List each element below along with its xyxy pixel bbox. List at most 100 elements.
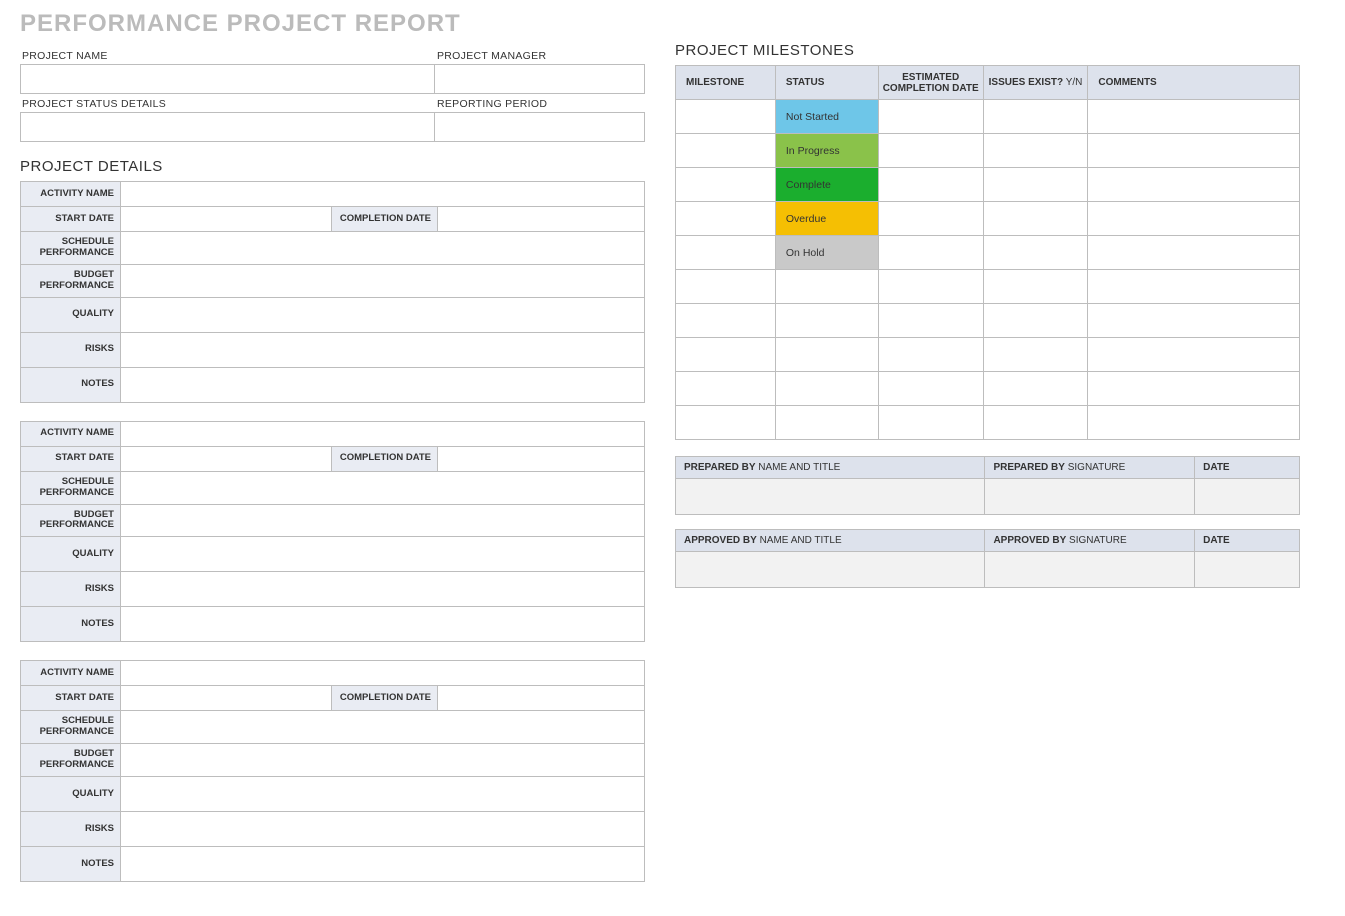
milestone-cell[interactable] [676,270,776,304]
ecd-cell[interactable] [878,372,983,406]
quality-field[interactable] [121,777,644,811]
comments-cell[interactable] [1088,100,1300,134]
start-date-label: START DATE [21,686,121,710]
status-cell[interactable] [775,406,878,440]
status-cell[interactable]: On Hold [775,236,878,270]
schedule-performance-field[interactable] [121,472,644,504]
ecd-cell[interactable] [878,202,983,236]
issues-cell[interactable] [983,304,1088,338]
milestone-row: Overdue [676,202,1300,236]
issues-cell[interactable] [983,338,1088,372]
approved-name-field[interactable] [676,552,985,588]
reporting-period-field[interactable] [435,112,645,142]
issues-cell[interactable] [983,372,1088,406]
risks-field[interactable] [121,572,644,606]
milestone-header: MILESTONE [676,66,776,100]
activity-name-field[interactable] [121,661,644,685]
comments-cell[interactable] [1088,338,1300,372]
milestone-cell[interactable] [676,372,776,406]
milestone-row [676,270,1300,304]
comments-cell[interactable] [1088,270,1300,304]
ecd-cell[interactable] [878,100,983,134]
ecd-cell[interactable] [878,236,983,270]
milestone-cell[interactable] [676,202,776,236]
budget-performance-field[interactable] [121,505,644,537]
activity-block: ACTIVITY NAMESTART DATECOMPLETION DATESC… [20,421,645,643]
status-cell[interactable] [775,338,878,372]
ecd-cell[interactable] [878,134,983,168]
prepared-name-field[interactable] [676,479,985,515]
milestone-cell[interactable] [676,406,776,440]
comments-cell[interactable] [1088,202,1300,236]
quality-label: QUALITY [21,298,121,332]
milestone-cell[interactable] [676,236,776,270]
issues-header: ISSUES EXIST? Y/N [983,66,1088,100]
status-cell[interactable]: Complete [775,168,878,202]
start-date-field[interactable] [121,447,331,471]
approved-date-field[interactable] [1195,552,1300,588]
ecd-cell[interactable] [878,406,983,440]
ecd-cell[interactable] [878,304,983,338]
start-date-field[interactable] [121,686,331,710]
notes-field[interactable] [121,607,644,641]
start-date-label: START DATE [21,447,121,471]
ecd-cell[interactable] [878,338,983,372]
schedule-performance-field[interactable] [121,232,644,264]
comments-cell[interactable] [1088,406,1300,440]
issues-cell[interactable] [983,270,1088,304]
issues-cell[interactable] [983,236,1088,270]
completion-date-label: COMPLETION DATE [331,447,438,471]
notes-field[interactable] [121,368,644,402]
quality-field[interactable] [121,298,644,332]
status-cell[interactable]: Not Started [775,100,878,134]
prepared-sig-field[interactable] [985,479,1195,515]
milestone-row [676,406,1300,440]
prepared-date-field[interactable] [1195,479,1300,515]
activity-name-label: ACTIVITY NAME [21,661,121,685]
issues-cell[interactable] [983,100,1088,134]
project-manager-field[interactable] [435,64,645,94]
comments-cell[interactable] [1088,304,1300,338]
budget-performance-field[interactable] [121,744,644,776]
milestone-cell[interactable] [676,304,776,338]
risks-label: RISKS [21,333,121,367]
activity-name-field[interactable] [121,182,644,206]
status-cell[interactable] [775,304,878,338]
comments-cell[interactable] [1088,372,1300,406]
issues-cell[interactable] [983,202,1088,236]
risks-field[interactable] [121,812,644,846]
issues-cell[interactable] [983,134,1088,168]
issues-cell[interactable] [983,168,1088,202]
schedule-performance-field[interactable] [121,711,644,743]
status-details-field[interactable] [20,112,435,142]
completion-date-field[interactable] [438,447,644,471]
activity-name-field[interactable] [121,422,644,446]
status-details-label: PROJECT STATUS DETAILS [20,94,435,112]
budget-performance-field[interactable] [121,265,644,297]
ecd-cell[interactable] [878,168,983,202]
project-name-field[interactable] [20,64,435,94]
approved-sig-field[interactable] [985,552,1195,588]
risks-field[interactable] [121,333,644,367]
start-date-field[interactable] [121,207,331,231]
ecd-cell[interactable] [878,270,983,304]
status-cell[interactable] [775,270,878,304]
notes-field[interactable] [121,847,644,881]
milestone-cell[interactable] [676,168,776,202]
risks-label: RISKS [21,812,121,846]
status-cell[interactable] [775,372,878,406]
completion-date-field[interactable] [438,207,644,231]
status-cell[interactable]: In Progress [775,134,878,168]
comments-cell[interactable] [1088,134,1300,168]
milestone-cell[interactable] [676,134,776,168]
quality-field[interactable] [121,537,644,571]
approved-name-label: APPROVED BY NAME AND TITLE [676,530,985,552]
milestone-cell[interactable] [676,100,776,134]
comments-cell[interactable] [1088,168,1300,202]
completion-date-field[interactable] [438,686,644,710]
start-date-label: START DATE [21,207,121,231]
status-cell[interactable]: Overdue [775,202,878,236]
issues-cell[interactable] [983,406,1088,440]
milestone-cell[interactable] [676,338,776,372]
comments-cell[interactable] [1088,236,1300,270]
